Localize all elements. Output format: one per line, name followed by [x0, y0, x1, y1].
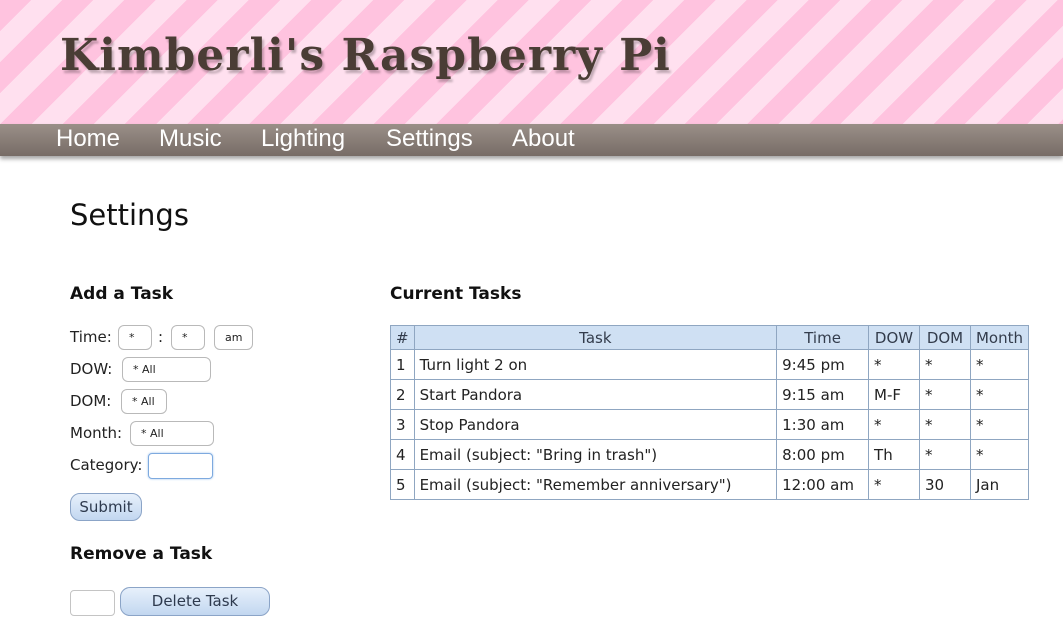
hour-select[interactable]: *	[118, 325, 152, 350]
nav-about[interactable]: About	[512, 124, 575, 156]
table-cell: *	[969, 349, 1030, 380]
table-cell: 30	[919, 469, 971, 500]
table-cell: *	[969, 439, 1030, 470]
main-nav: Home Music Lighting Settings About	[0, 124, 1063, 156]
table-cell: *	[919, 379, 971, 410]
table-row: 4 Email (subject: "Bring in trash") 8:00…	[390, 439, 1030, 470]
month-label: Month:	[70, 424, 123, 442]
table-cell: Jan	[969, 469, 1030, 500]
table-row: 2 Start Pandora 9:15 am M-F * *	[390, 379, 1030, 410]
header-banner: Kimberli's Raspberry Pi	[0, 0, 1063, 124]
table-cell: *	[969, 409, 1030, 440]
table-cell: *	[919, 439, 971, 470]
add-task-heading: Add a Task	[70, 284, 174, 304]
submit-button[interactable]: Submit	[70, 493, 142, 521]
table-cell: 4	[390, 439, 415, 470]
site-title: Kimberli's Raspberry Pi	[60, 30, 671, 81]
dow-select[interactable]: * All	[122, 357, 211, 382]
remove-task-heading: Remove a Task	[70, 544, 213, 564]
dom-select[interactable]: * All	[121, 389, 167, 414]
dow-label: DOW:	[70, 360, 113, 378]
ampm-select[interactable]: am	[214, 325, 253, 350]
time-label: Time:	[70, 328, 112, 346]
current-tasks-table: # Task Time DOW DOM Month 1 Turn light 2…	[390, 325, 1030, 500]
category-label: Category:	[70, 456, 143, 474]
table-cell: Email (subject: "Remember anniversary")	[413, 469, 778, 500]
column-header: Time	[776, 325, 870, 350]
column-header: DOW	[868, 325, 920, 350]
table-cell: 3	[390, 409, 415, 440]
table-cell: Th	[868, 439, 920, 470]
table-cell: M-F	[868, 379, 920, 410]
table-cell: *	[868, 409, 920, 440]
table-cell: 1:30 am	[776, 409, 870, 440]
table-row: 5 Email (subject: "Remember anniversary"…	[390, 469, 1030, 500]
table-cell: *	[969, 379, 1030, 410]
minute-select[interactable]: *	[171, 325, 205, 350]
table-cell: 9:45 pm	[776, 349, 870, 380]
table-cell: *	[919, 409, 971, 440]
table-row: 1 Turn light 2 on 9:45 pm * * *	[390, 349, 1030, 380]
table-header-row: # Task Time DOW DOM Month	[390, 325, 1030, 350]
table-cell: 12:00 am	[776, 469, 870, 500]
column-header: DOM	[919, 325, 971, 350]
column-header: #	[390, 325, 415, 350]
time-separator: :	[158, 328, 164, 346]
category-input[interactable]	[148, 453, 213, 479]
nav-lighting[interactable]: Lighting	[261, 124, 345, 156]
month-select[interactable]: * All	[130, 421, 214, 446]
table-cell: 9:15 am	[776, 379, 870, 410]
table-cell: Turn light 2 on	[413, 349, 778, 380]
table-cell: 1	[390, 349, 415, 380]
table-cell: Stop Pandora	[413, 409, 778, 440]
page-title: Settings	[70, 198, 189, 232]
table-cell: *	[919, 349, 971, 380]
column-header: Month	[969, 325, 1030, 350]
current-tasks-heading: Current Tasks	[390, 284, 522, 304]
delete-task-button[interactable]: Delete Task	[120, 587, 270, 616]
table-cell: Email (subject: "Bring in trash")	[413, 439, 778, 470]
table-cell: 5	[390, 469, 415, 500]
table-row: 3 Stop Pandora 1:30 am * * *	[390, 409, 1030, 440]
table-cell: 2	[390, 379, 415, 410]
nav-home[interactable]: Home	[56, 124, 120, 156]
table-cell: *	[868, 469, 920, 500]
column-header: Task	[413, 325, 778, 350]
table-cell: 8:00 pm	[776, 439, 870, 470]
nav-music[interactable]: Music	[159, 124, 222, 156]
table-cell: *	[868, 349, 920, 380]
table-cell: Start Pandora	[413, 379, 778, 410]
nav-settings[interactable]: Settings	[386, 124, 473, 156]
dom-label: DOM:	[70, 392, 112, 410]
task-number-input[interactable]	[70, 590, 115, 616]
